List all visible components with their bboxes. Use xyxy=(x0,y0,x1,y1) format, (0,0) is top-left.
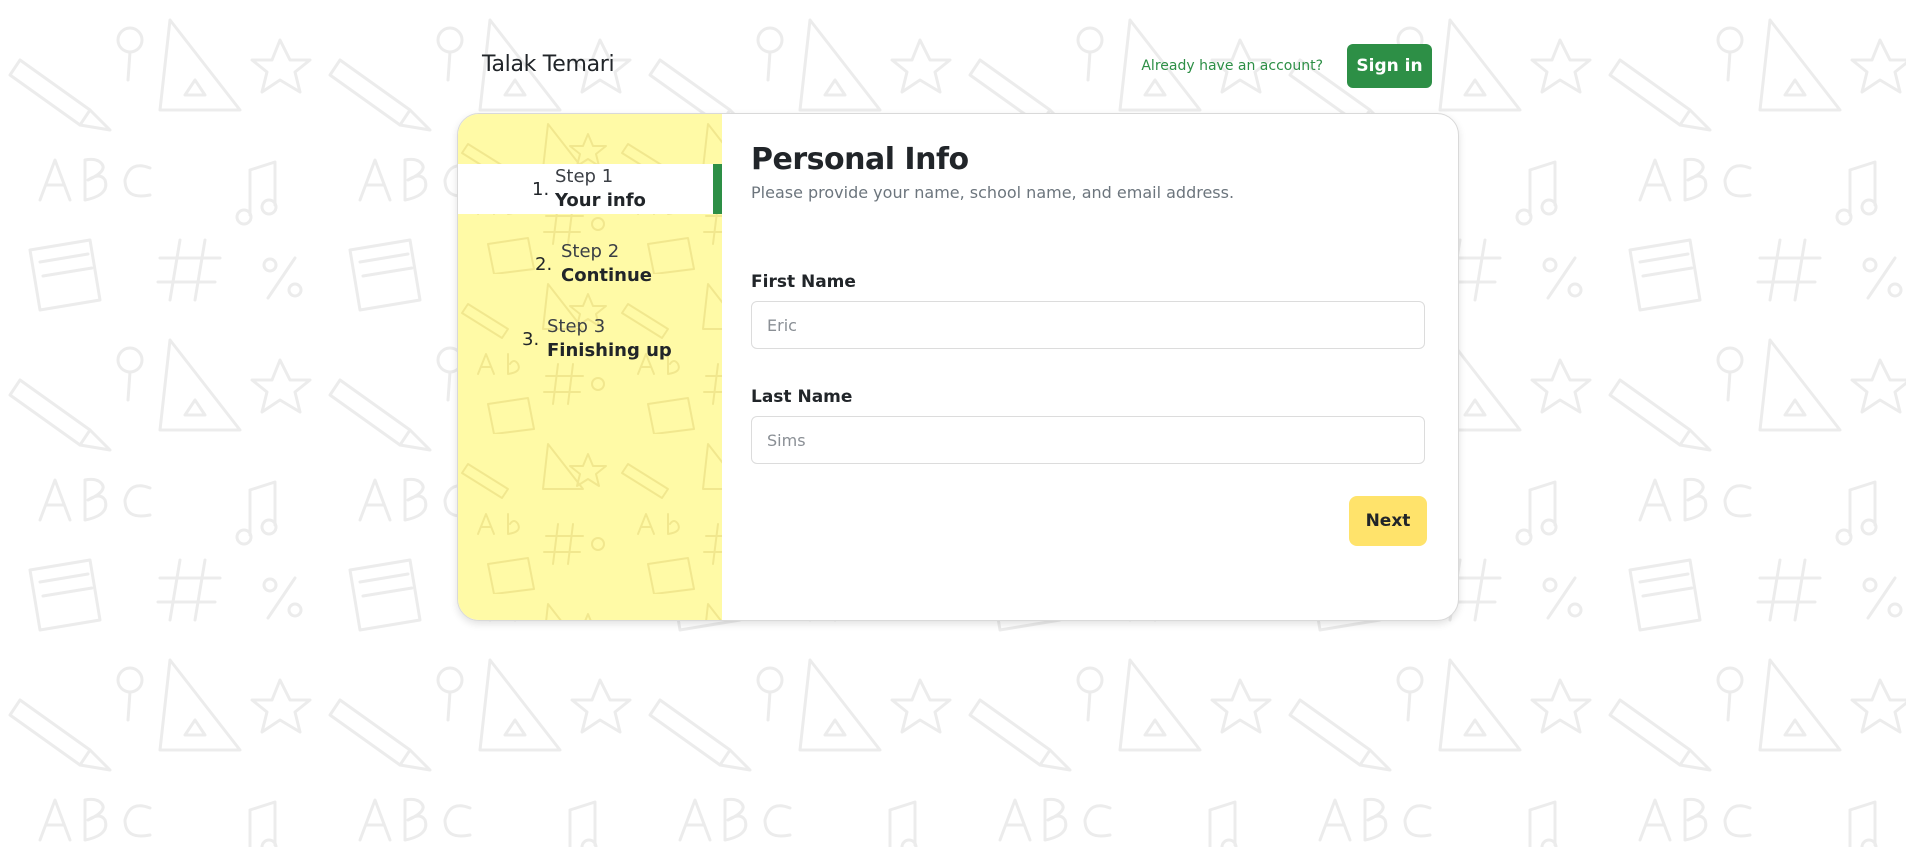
step-item-3[interactable]: 3. Step 3 Finishing up xyxy=(458,314,722,364)
steps-sidebar: 1. Step 1 Your info 2. Step 2 Continue 3… xyxy=(458,114,722,620)
step-label: Step 2 xyxy=(561,241,620,262)
step-item-2[interactable]: 2. Step 2 Continue xyxy=(458,239,722,289)
step-title: Your info xyxy=(555,190,646,211)
first-name-input[interactable] xyxy=(751,301,1425,349)
step-number: 3. xyxy=(522,329,540,350)
first-name-label: First Name xyxy=(751,272,856,292)
step-label: Step 3 xyxy=(547,316,606,337)
already-have-account-link[interactable]: Already have an account? xyxy=(1141,58,1323,74)
form-title: Personal Info xyxy=(751,142,969,177)
step-number: 1. xyxy=(532,179,550,200)
step-item-1[interactable]: 1. Step 1 Your info xyxy=(458,164,722,214)
step-title: Finishing up xyxy=(547,340,672,361)
personal-info-form: Personal Info Please provide your name, … xyxy=(751,142,1427,562)
brand-logo-text[interactable]: Talak Temari xyxy=(482,52,615,77)
next-button[interactable]: Next xyxy=(1349,496,1427,546)
signup-card: 1. Step 1 Your info 2. Step 2 Continue 3… xyxy=(457,113,1459,621)
top-header: Talak Temari Already have an account? Si… xyxy=(482,44,1432,88)
step-number: 2. xyxy=(535,254,553,275)
step-title: Continue xyxy=(561,265,653,286)
form-subtitle: Please provide your name, school name, a… xyxy=(751,183,1235,202)
step-label: Step 1 xyxy=(555,166,614,187)
last-name-input[interactable] xyxy=(751,416,1425,464)
sign-in-button[interactable]: Sign in xyxy=(1347,44,1432,88)
last-name-label: Last Name xyxy=(751,387,853,407)
